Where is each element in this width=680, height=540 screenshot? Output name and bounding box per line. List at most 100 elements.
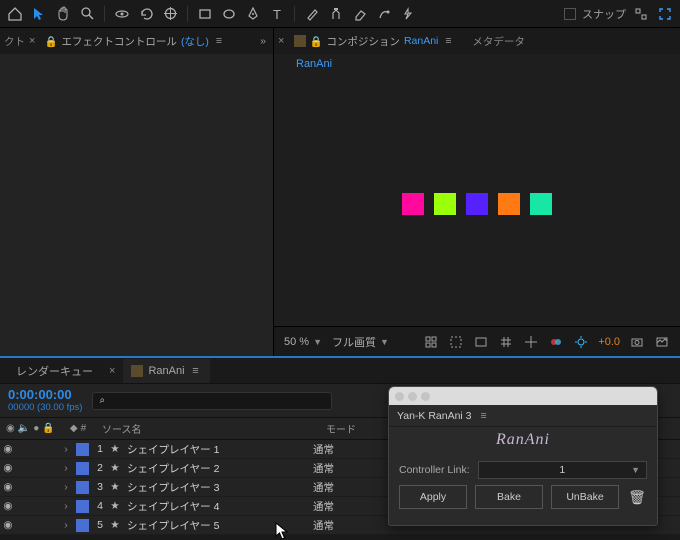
- layer-label-swatch[interactable]: [76, 443, 89, 456]
- brush-tool-icon[interactable]: [303, 5, 321, 23]
- controller-link-dropdown[interactable]: 1 ▼: [478, 461, 647, 479]
- panel-menu-icon[interactable]: ≡: [213, 35, 225, 47]
- label-column-icon[interactable]: ◆: [70, 423, 78, 434]
- expand-icon[interactable]: [656, 5, 674, 23]
- zoom-tool-icon[interactable]: [78, 5, 96, 23]
- shape-layer-icon: ★: [107, 481, 123, 493]
- window-close-dot[interactable]: [395, 392, 404, 401]
- clone-tool-icon[interactable]: [327, 5, 345, 23]
- visibility-toggle-icon[interactable]: ◉: [0, 500, 16, 512]
- pen-tool-icon[interactable]: [244, 5, 262, 23]
- effect-controls-tab[interactable]: 🔒 エフェクトコントロール (なし) ≡: [39, 29, 231, 53]
- panel-menu-icon[interactable]: ≡: [478, 410, 490, 422]
- layer-name[interactable]: シェイプレイヤー 5: [123, 518, 313, 533]
- unbake-button[interactable]: UnBake: [551, 485, 619, 509]
- solo-column-icon[interactable]: ●: [33, 423, 39, 434]
- expand-layer-icon[interactable]: ›: [60, 462, 72, 474]
- selection-tool-icon[interactable]: [30, 5, 48, 23]
- eraser-tool-icon[interactable]: [351, 5, 369, 23]
- layer-label-swatch[interactable]: [76, 519, 89, 532]
- layer-name[interactable]: シェイプレイヤー 3: [123, 480, 313, 495]
- blend-mode-dropdown[interactable]: 通常: [313, 461, 373, 476]
- resolution-value: フル画質: [332, 334, 376, 350]
- home-icon[interactable]: [6, 5, 24, 23]
- blend-mode-dropdown[interactable]: 通常: [313, 499, 373, 514]
- toggle-mask-icon[interactable]: [448, 334, 464, 350]
- snapshot-icon[interactable]: [629, 334, 645, 350]
- orbit-tool-icon[interactable]: [113, 5, 131, 23]
- expand-layer-icon[interactable]: ›: [60, 443, 72, 455]
- composition-tab[interactable]: 🔒 コンポジション RanAni ≡: [288, 29, 460, 53]
- layer-label-swatch[interactable]: [76, 500, 89, 513]
- visibility-toggle-icon[interactable]: ◉: [0, 462, 16, 474]
- visibility-toggle-icon[interactable]: ◉: [0, 519, 16, 531]
- close-tab-icon[interactable]: ×: [278, 35, 284, 47]
- trash-icon[interactable]: 🗑: [627, 489, 647, 506]
- panel-menu-icon[interactable]: ≡: [190, 365, 202, 377]
- snap-checkbox[interactable]: [564, 8, 576, 20]
- visibility-toggle-icon[interactable]: ◉: [0, 481, 16, 493]
- prev-tab-truncated[interactable]: クト: [4, 34, 25, 49]
- window-min-dot[interactable]: [408, 392, 417, 401]
- rotate-tool-icon[interactable]: [137, 5, 155, 23]
- audio-column-icon[interactable]: 🔈: [18, 423, 30, 434]
- snap-options-icon[interactable]: [632, 5, 650, 23]
- timeline-comp-tab[interactable]: RanAni ≡: [123, 359, 209, 383]
- render-queue-label: レンダーキュー: [16, 363, 93, 379]
- metadata-tab[interactable]: メタデータ: [464, 34, 533, 49]
- roto-tool-icon[interactable]: [375, 5, 393, 23]
- exposure-value[interactable]: +0.0: [598, 336, 620, 348]
- zoom-dropdown[interactable]: 50 % ▼: [284, 336, 322, 348]
- show-snapshot-icon[interactable]: [654, 334, 670, 350]
- close-tab-icon[interactable]: ×: [29, 35, 35, 47]
- close-tab-icon[interactable]: ×: [109, 365, 115, 377]
- expand-layer-icon[interactable]: ›: [60, 500, 72, 512]
- panel-menu-icon[interactable]: ≡: [442, 35, 454, 47]
- exposure-reset-icon[interactable]: [573, 334, 589, 350]
- grid-icon[interactable]: [498, 334, 514, 350]
- blend-mode-dropdown[interactable]: 通常: [313, 480, 373, 495]
- transparency-grid-icon[interactable]: [423, 334, 439, 350]
- layer-name[interactable]: シェイプレイヤー 1: [123, 442, 313, 457]
- comp-flowchart-link[interactable]: RanAni: [296, 58, 332, 70]
- expand-layer-icon[interactable]: ›: [60, 481, 72, 493]
- hash-column: #: [81, 423, 87, 434]
- hand-tool-icon[interactable]: [54, 5, 72, 23]
- layer-name[interactable]: シェイプレイヤー 2: [123, 461, 313, 476]
- timeline-search-input[interactable]: [92, 392, 332, 410]
- layer-label-swatch[interactable]: [76, 481, 89, 494]
- timecode-block[interactable]: 0:00:00:00 00000 (30.00 fps): [8, 388, 82, 413]
- rect-tool-icon[interactable]: [196, 5, 214, 23]
- channel-icon[interactable]: [548, 334, 564, 350]
- shape-layer-icon: ★: [107, 443, 123, 455]
- bake-button[interactable]: Bake: [475, 485, 543, 509]
- plugin-window-titlebar[interactable]: [389, 387, 657, 405]
- ranani-plugin-panel[interactable]: Yan-K RanAni 3 ≡ RanAni Controller Link:…: [388, 386, 658, 526]
- window-max-dot[interactable]: [421, 392, 430, 401]
- text-tool-icon[interactable]: T: [268, 5, 286, 23]
- anchor-tool-icon[interactable]: [161, 5, 179, 23]
- visibility-column-icon[interactable]: ◉: [6, 423, 15, 434]
- blend-mode-dropdown[interactable]: 通常: [313, 518, 373, 533]
- puppet-tool-icon[interactable]: [399, 5, 417, 23]
- ellipse-tool-icon[interactable]: [220, 5, 238, 23]
- expand-layer-icon[interactable]: ›: [60, 519, 72, 531]
- layer-label-swatch[interactable]: [76, 462, 89, 475]
- visibility-toggle-icon[interactable]: ◉: [0, 443, 16, 455]
- layer-index: 5: [93, 519, 107, 531]
- toolbar-separator: [104, 6, 105, 22]
- apply-button[interactable]: Apply: [399, 485, 467, 509]
- lock-column-icon[interactable]: 🔒: [42, 423, 54, 434]
- blend-mode-dropdown[interactable]: 通常: [313, 442, 373, 457]
- source-name-column[interactable]: ソース名: [96, 421, 326, 436]
- shape-square: [466, 193, 488, 215]
- guides-icon[interactable]: [523, 334, 539, 350]
- region-icon[interactable]: [473, 334, 489, 350]
- mode-column[interactable]: モード: [326, 421, 386, 436]
- resolution-dropdown[interactable]: フル画質 ▼: [332, 334, 389, 350]
- composition-viewer[interactable]: [274, 82, 680, 326]
- render-queue-tab[interactable]: レンダーキュー: [8, 359, 101, 383]
- controller-link-value: 1: [559, 464, 565, 476]
- panel-overflow-icon[interactable]: »: [257, 35, 269, 47]
- layer-name[interactable]: シェイプレイヤー 4: [123, 499, 313, 514]
